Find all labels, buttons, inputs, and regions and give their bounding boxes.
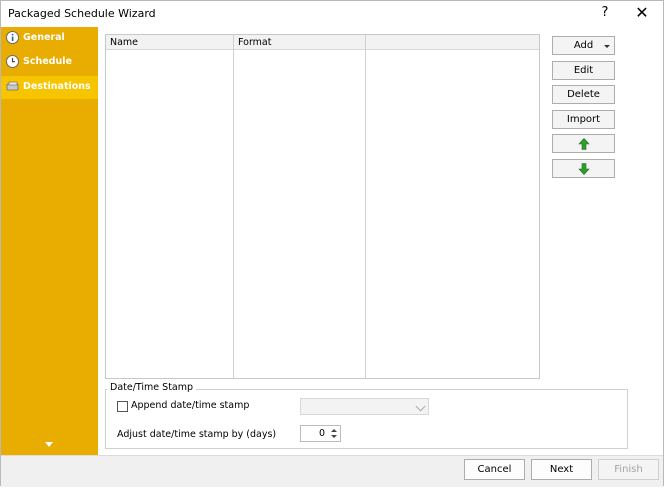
sidebar-item-general[interactable]: General bbox=[1, 27, 98, 50]
sidebar-item-label: General bbox=[23, 32, 65, 43]
move-down-button[interactable] bbox=[552, 159, 615, 178]
edit-button[interactable]: Edit bbox=[552, 61, 615, 80]
column-header-name[interactable]: Name bbox=[110, 37, 138, 48]
chevron-down-icon bbox=[415, 401, 426, 412]
sidebar-item-destinations[interactable]: Destinations bbox=[1, 76, 98, 99]
append-date-time-checkbox[interactable] bbox=[117, 401, 128, 412]
delete-button-label: Delete bbox=[567, 89, 600, 100]
finish-button: Finish bbox=[598, 459, 659, 480]
destinations-grid[interactable]: Name Format bbox=[105, 34, 540, 379]
edit-button-label: Edit bbox=[573, 65, 594, 76]
import-button-label: Import bbox=[566, 114, 601, 125]
wizard-window: Packaged Schedule Wizard ? ✕ General Sch… bbox=[0, 0, 664, 487]
grid-header: Name Format bbox=[106, 35, 539, 50]
column-divider bbox=[365, 35, 366, 378]
finish-button-label: Finish bbox=[614, 464, 643, 475]
stepper-down-icon[interactable] bbox=[331, 435, 337, 438]
title-bar: Packaged Schedule Wizard ? ✕ bbox=[1, 1, 663, 27]
sidebar-item-label: Destinations bbox=[23, 81, 91, 92]
cancel-button-label: Cancel bbox=[477, 464, 512, 475]
clock-icon bbox=[6, 55, 19, 68]
append-date-time-label[interactable]: Append date/time stamp bbox=[131, 400, 249, 411]
adjust-days-value: 0 bbox=[318, 428, 325, 439]
add-button-label: Add bbox=[573, 40, 594, 51]
wizard-sidebar: General Schedule Destinations bbox=[1, 27, 98, 455]
close-button[interactable]: ✕ bbox=[633, 3, 651, 23]
adjust-days-stepper[interactable]: 0 bbox=[300, 425, 341, 442]
green-up-arrow-icon bbox=[577, 138, 590, 150]
next-button[interactable]: Next bbox=[531, 459, 592, 480]
cancel-button[interactable]: Cancel bbox=[464, 459, 525, 480]
import-button[interactable]: Import bbox=[552, 110, 615, 129]
window-title: Packaged Schedule Wizard bbox=[8, 7, 156, 20]
sidebar-item-label: Schedule bbox=[23, 56, 72, 67]
next-button-label: Next bbox=[549, 464, 574, 475]
date-time-stamp-title: Date/Time Stamp bbox=[107, 382, 197, 393]
chevron-down-icon bbox=[604, 45, 610, 48]
sidebar-item-schedule[interactable]: Schedule bbox=[1, 51, 98, 74]
scroll-down-icon[interactable] bbox=[45, 442, 53, 447]
add-button[interactable]: Add bbox=[552, 36, 615, 55]
destinations-icon bbox=[6, 81, 19, 91]
date-time-format-select[interactable] bbox=[300, 398, 429, 415]
info-icon bbox=[6, 31, 19, 44]
delete-button[interactable]: Delete bbox=[552, 85, 615, 104]
help-button[interactable]: ? bbox=[597, 5, 613, 23]
column-divider bbox=[233, 35, 234, 378]
adjust-days-label: Adjust date/time stamp by (days) bbox=[117, 429, 277, 440]
column-header-format[interactable]: Format bbox=[238, 37, 271, 48]
wizard-footer: Cancel Next Finish bbox=[1, 455, 663, 487]
stepper-up-icon[interactable] bbox=[331, 429, 337, 432]
move-up-button[interactable] bbox=[552, 134, 615, 153]
green-down-arrow-icon bbox=[577, 163, 590, 175]
